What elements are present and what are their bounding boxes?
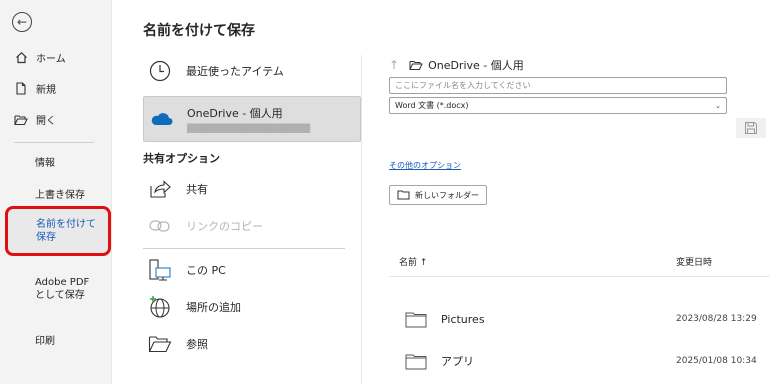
- save-disk-icon: [744, 121, 758, 135]
- filename-input[interactable]: ここにファイル名を入力してください: [389, 77, 727, 94]
- file-name: Pictures: [441, 312, 485, 326]
- globe-add-icon: [148, 295, 172, 319]
- location-copy-link[interactable]: リンクのコピー: [143, 205, 361, 247]
- sidebar-item-home[interactable]: ホーム: [0, 50, 112, 65]
- chevron-down-icon: ⌄: [715, 101, 721, 110]
- new-folder-button[interactable]: 新しいフォルダー: [389, 185, 487, 205]
- location-onedrive-label: OneDrive - 個人用: [187, 107, 283, 120]
- location-copy-link-label: リンクのコピー: [186, 220, 263, 233]
- sidebar-item-open[interactable]: 開く: [0, 112, 112, 127]
- location-recent[interactable]: 最近使ったアイテム: [143, 50, 361, 92]
- folder-icon: [405, 353, 427, 370]
- open-folder-icon: [14, 113, 28, 127]
- file-name: アプリ: [441, 355, 474, 368]
- account-email-blurred: ████████████████████: [187, 124, 311, 133]
- file-modified: 2025/01/08 10:34: [676, 356, 757, 366]
- breadcrumb-location[interactable]: OneDrive - 個人用: [428, 57, 524, 73]
- new-file-icon: [14, 82, 28, 96]
- sidebar-item-new[interactable]: 新規: [0, 81, 112, 96]
- link-icon: [148, 214, 172, 238]
- location-browse-label: 参照: [186, 338, 208, 351]
- clock-icon: [148, 59, 172, 83]
- location-this-pc[interactable]: この PC: [143, 249, 361, 291]
- location-share-label: 共有: [186, 183, 208, 196]
- sidebar-item-info[interactable]: 情報: [35, 157, 55, 170]
- sidebar-item-save[interactable]: 上書き保存: [35, 189, 85, 202]
- location-add-place-label: 場所の追加: [186, 301, 241, 314]
- computer-icon: [148, 258, 172, 282]
- sidebar-item-label: 開く: [36, 116, 56, 127]
- sidebar-item-label: ホーム: [36, 54, 66, 65]
- location-add-place[interactable]: 場所の追加: [143, 286, 361, 328]
- sidebar-item-save-as[interactable]: 名前を付けて保存: [5, 206, 111, 256]
- browse-folder-icon: [148, 332, 172, 356]
- save-button[interactable]: [736, 118, 766, 138]
- column-divider: [361, 55, 362, 384]
- header-divider: [389, 276, 770, 277]
- share-icon: [148, 177, 172, 201]
- home-icon: [14, 51, 28, 65]
- backstage-sidebar: ← ホーム 新規 開く 情報 上書き保存 名前を付けて保存 Adobe PDF …: [0, 0, 112, 384]
- more-options-link[interactable]: その他のオプション: [389, 160, 461, 171]
- sidebar-divider: [14, 142, 94, 143]
- sidebar-item-save-as-pdf[interactable]: Adobe PDF として保存: [35, 276, 101, 302]
- location-browse[interactable]: 参照: [143, 323, 361, 365]
- filetype-value: Word 文書 (*.docx): [395, 101, 469, 110]
- location-share[interactable]: 共有: [143, 168, 361, 210]
- sidebar-item-print[interactable]: 印刷: [35, 335, 55, 348]
- column-header-name[interactable]: 名前 ↑: [399, 255, 427, 268]
- list-item[interactable]: アプリ 2025/01/08 10:34: [389, 346, 770, 376]
- folder-icon: [409, 60, 423, 71]
- sidebar-item-save-as-label: 名前を付けて保存: [36, 219, 96, 243]
- location-onedrive[interactable]: OneDrive - 個人用 ████████████████████: [143, 96, 361, 142]
- onedrive-cloud-icon: [149, 107, 173, 131]
- column-header-modified[interactable]: 変更日時: [676, 255, 712, 268]
- page-title: 名前を付けて保存: [143, 23, 255, 39]
- shared-options-heading: 共有オプション: [143, 152, 220, 165]
- new-folder-label: 新しいフォルダー: [415, 190, 479, 200]
- file-modified: 2023/08/28 13:29: [676, 314, 757, 324]
- back-arrow-icon[interactable]: ←: [12, 12, 32, 32]
- new-folder-icon: [397, 190, 410, 200]
- folder-icon: [405, 311, 427, 328]
- location-this-pc-label: この PC: [186, 264, 226, 277]
- up-arrow-icon[interactable]: ↑: [389, 58, 399, 72]
- breadcrumb: ↑ OneDrive - 個人用: [389, 57, 524, 73]
- sidebar-item-label: 新規: [36, 85, 56, 96]
- list-item[interactable]: Pictures 2023/08/28 13:29: [389, 304, 770, 334]
- filetype-select[interactable]: Word 文書 (*.docx) ⌄: [389, 97, 727, 114]
- location-recent-label: 最近使ったアイテム: [186, 65, 284, 78]
